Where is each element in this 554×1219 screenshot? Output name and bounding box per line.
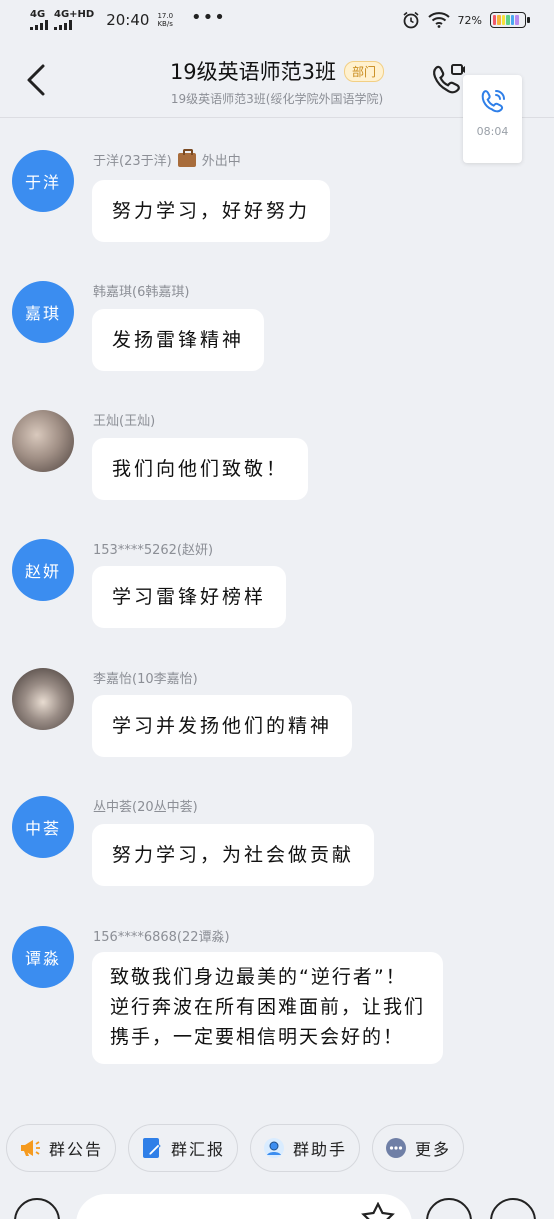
message-text-line: 携手，一定要相信明天会好的！ [110,1026,405,1048]
avatar[interactable]: 于洋 [12,150,74,212]
sender-name-row: 于洋(23于洋) 外出中 [93,148,241,169]
network-speed: 17.0 KB/s [157,12,173,28]
group-assistant-label: 群助手 [293,1140,348,1159]
video-call-icon[interactable] [430,62,466,98]
avatar[interactable] [12,410,74,472]
message-bubble[interactable]: 学习并发扬他们的精神 [92,695,353,757]
message-text: 努力学习，为社会做贡献 [112,844,355,866]
star-icon[interactable] [360,1202,396,1219]
network-indicator-2: 4G+HD [54,10,94,30]
briefcase-icon [177,148,196,167]
message-text: 学习并发扬他们的精神 [112,715,333,737]
message-input[interactable] [76,1194,412,1219]
report-icon [141,1137,163,1159]
sender-name: 156****6868(22谭淼) [93,930,230,945]
input-bar [0,1190,554,1219]
speed-value: 17.0 [157,12,174,20]
message-bubble[interactable]: 学习雷锋好榜样 [92,566,287,628]
message-bubble[interactable]: 努力学习，好好努力 [92,180,331,242]
chat-title-row: 19级英语师范3班 部门 [169,56,385,86]
group-report-button[interactable]: 群汇报 [128,1124,239,1172]
network-label-1: 4G [30,9,46,20]
voice-input-icon[interactable] [14,1198,60,1219]
sender-name-row: 153****5262(赵妍) [93,539,213,558]
message-text: 努力学习，好好努力 [112,200,311,222]
group-assistant-button[interactable]: 群助手 [250,1124,361,1172]
add-icon[interactable] [490,1198,536,1219]
message-text-line: 逆行奔波在所有困难面前，让我们 [110,996,426,1018]
chat-title: 19级英语师范3班 [169,60,337,84]
emoji-icon[interactable] [426,1198,472,1219]
department-badge: 部门 [344,60,385,82]
avatar[interactable]: 中荟 [12,796,74,858]
battery-icon [490,12,530,28]
sender-name-row: 丛中荟(20丛中荟) [93,796,198,815]
group-announcement-button[interactable]: 群公告 [6,1124,117,1172]
signal-bars-icon [54,20,72,30]
more-button[interactable]: 更多 [372,1124,465,1172]
message-text: 学习雷锋好榜样 [112,586,267,608]
message-bubble[interactable]: 我们向他们致敬！ [92,438,309,500]
call-duration: 08:04 [476,125,509,138]
network-label-2: 4G+HD [54,9,95,20]
avatar[interactable] [12,668,74,730]
more-notifications-icon: ••• [191,6,226,28]
sender-status: 外出中 [201,154,241,169]
alarm-icon [403,11,419,29]
group-announcement-label: 群公告 [49,1140,104,1159]
avatar[interactable]: 赵妍 [12,539,74,601]
assistant-icon [263,1137,285,1159]
signal-bars-icon [30,20,48,30]
message-text: 我们向他们致敬！ [112,458,289,480]
message-text-line: 致敬我们身边最美的“逆行者”！ [110,966,407,988]
sender-name: 153****5262(赵妍) [93,543,214,558]
sender-name: 丛中荟(20丛中荟) [93,800,198,815]
message-bubble[interactable]: 努力学习，为社会做贡献 [92,824,375,886]
sender-name: 李嘉怡(10李嘉怡) [93,672,198,687]
speed-unit: KB/s [157,20,173,28]
sender-name: 韩嘉琪(6韩嘉琪) [93,285,190,300]
clock: 20:40 [106,11,150,29]
sender-name: 于洋(23于洋) [93,154,172,169]
quick-action-bar: 群公告 群汇报 群助手 更多 [6,1124,465,1172]
network-indicator-1: 4G [30,10,48,30]
more-icon [385,1137,407,1159]
avatar[interactable]: 嘉琪 [12,281,74,343]
sender-name-row: 李嘉怡(10李嘉怡) [93,668,198,687]
avatar[interactable]: 谭淼 [12,926,74,988]
megaphone-icon [19,1137,41,1159]
group-report-label: 群汇报 [171,1140,226,1159]
message-text: 发扬雷锋精神 [112,329,245,351]
more-label: 更多 [415,1140,452,1159]
sender-name-row: 韩嘉琪(6韩嘉琪) [93,281,189,300]
sender-name-row: 王灿(王灿) [93,410,155,429]
sender-name: 王灿(王灿) [93,414,156,429]
message-bubble[interactable]: 致敬我们身边最美的“逆行者”！ 逆行奔波在所有困难面前，让我们 携手，一定要相信… [92,952,444,1064]
battery-percent: 72% [457,13,482,27]
sender-name-row: 156****6868(22谭淼) [93,926,230,945]
wifi-icon [427,12,450,28]
ongoing-call-widget[interactable]: 08:04 [463,75,522,163]
message-bubble[interactable]: 发扬雷锋精神 [92,309,265,371]
status-bar: 4G 4G+HD 20:40 17.0 KB/s ••• 72% [0,0,554,40]
phone-call-icon [481,90,505,113]
